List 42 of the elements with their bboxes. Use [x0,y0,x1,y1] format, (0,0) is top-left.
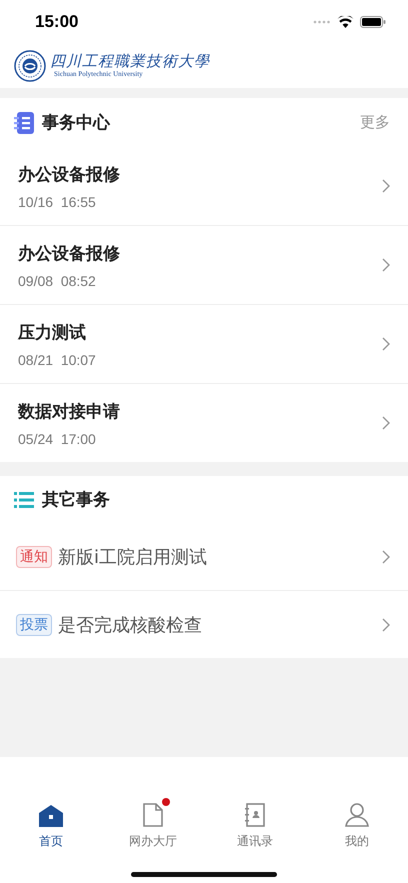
chevron-right-icon [382,416,390,430]
affair-title: 是否完成核酸检查 [58,614,203,636]
battery-icon [360,16,386,28]
affair-item[interactable]: 通知 新版i工院启用测试 [0,523,408,590]
person-icon [345,803,369,827]
status-time: 15:00 [35,12,78,32]
task-title: 数据对接申请 [18,400,121,422]
list-icon [14,492,34,508]
task-item[interactable]: 数据对接申请 05/24 17:00 [0,383,408,462]
document-icon [143,803,163,827]
task-datetime: 10/16 16:55 [18,194,97,210]
contact-book-icon [245,803,265,827]
section-title: 其它事务 [42,489,110,511]
affair-title: 新版i工院启用测试 [58,546,208,568]
chevron-right-icon [382,337,390,351]
chevron-right-icon [382,179,390,193]
affair-item[interactable]: 投票 是否完成核酸检查 [0,590,408,658]
tab-bar-item[interactable]: 我的 [306,795,408,850]
task-datetime: 05/24 17:00 [18,430,97,446]
category-tag: 通知 [16,546,52,568]
task-title: 办公设备报修 [18,164,121,186]
task-item[interactable]: 办公设备报修 09/08 08:52 [0,225,408,304]
task-item[interactable]: 办公设备报修 10/16 16:55 [0,147,408,225]
school-name: 四川工程職業技術大學 [50,53,210,70]
task-item[interactable]: 压力测试 08/21 10:07 [0,304,408,383]
wifi-icon [337,16,354,28]
chevron-right-icon [382,618,390,632]
tab-bar-item[interactable]: 网办大厅 [102,795,204,850]
task-datetime: 08/21 10:07 [18,352,97,368]
task-title: 办公设备报修 [18,242,121,264]
tab-bar-item[interactable]: 通讯录 [204,795,306,850]
section-title: 事务中心 [42,112,112,134]
school-emblem-icon [14,50,46,82]
chevron-right-icon [382,258,390,272]
home-icon [39,805,63,827]
task-title: 压力测试 [18,322,87,344]
signal-icon [313,20,331,24]
tab-bar-item[interactable]: 首页 [0,795,102,850]
category-tag: 投票 [16,614,52,636]
task-datetime: 09/08 08:52 [18,272,97,288]
notebook-icon [14,112,34,134]
chevron-right-icon [382,550,390,564]
